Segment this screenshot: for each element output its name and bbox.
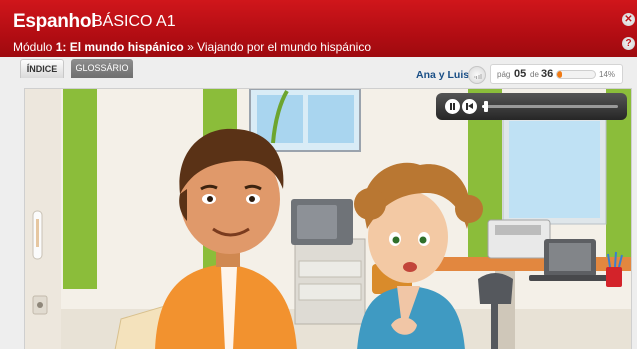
course-level: BÁSICO A1	[92, 13, 176, 30]
page-label: pág	[497, 70, 511, 79]
progress-bar	[556, 70, 596, 79]
help-icon[interactable]: ?	[622, 37, 635, 50]
progress-percent: 14%	[599, 70, 616, 79]
total-pages: 36	[541, 68, 554, 80]
scene-illustration	[25, 89, 631, 349]
breadcrumb-separator: »	[187, 40, 194, 54]
module-title: 1: El mundo hispánico	[55, 40, 184, 54]
module-label: Módulo	[13, 40, 53, 54]
pause-icon[interactable]	[445, 99, 460, 114]
current-page: 05	[514, 68, 527, 80]
progress-fill	[557, 71, 563, 78]
rewind-icon[interactable]	[462, 99, 477, 114]
scene-characters: Ana y Luis	[416, 69, 470, 81]
course-name: Espanhol	[13, 11, 97, 32]
page-indicator: pág 05 de 36 14%	[490, 64, 623, 84]
header-bar: Espanhol BÁSICO A1 Módulo 1: El mundo hi…	[0, 0, 637, 57]
of-label: de	[530, 70, 539, 79]
audio-player	[436, 93, 627, 120]
breadcrumb: Módulo 1: El mundo hispánico » Viajando …	[13, 40, 371, 54]
scene-stage	[24, 88, 632, 349]
seek-bar[interactable]	[482, 105, 618, 108]
tab-indice[interactable]: ÍNDICE	[20, 59, 64, 78]
lesson-title: Viajando por el mundo hispánico	[197, 40, 371, 54]
close-icon[interactable]: ✕	[622, 13, 635, 26]
tab-glossario[interactable]: GLOSSÁRIO	[71, 59, 133, 78]
course-player-window: Espanhol BÁSICO A1 Módulo 1: El mundo hi…	[0, 0, 637, 349]
volume-icon[interactable]	[468, 66, 486, 84]
seek-thumb[interactable]	[484, 101, 489, 112]
